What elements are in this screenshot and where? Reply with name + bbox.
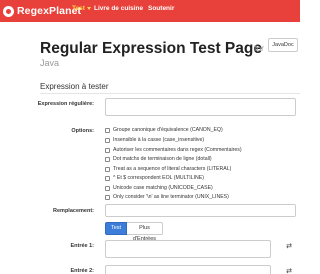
- input2-label: Entrée 2:: [70, 268, 94, 274]
- option-checkbox[interactable]: [105, 137, 110, 143]
- regexplanet-logo-icon: [3, 5, 14, 17]
- input1-label: Entrée 1:: [70, 243, 94, 249]
- title-for-text: for: [254, 43, 264, 53]
- option-label: Autoriser les commentaires dans regex (C…: [113, 147, 242, 153]
- nav-item-test-label: Test: [72, 5, 85, 12]
- section-legend: Expression à tester: [40, 82, 109, 91]
- action-button-group: Test Plus d'Entrées: [105, 222, 163, 242]
- caret-down-icon: [86, 6, 91, 10]
- option-label: Only consider '\n' as line terminator (U…: [113, 194, 229, 200]
- option-multiline[interactable]: ^ Et $ correspondent EOL (MULTILINE): [105, 174, 204, 182]
- option-checkbox[interactable]: [105, 175, 110, 181]
- option-unix-lines[interactable]: Only consider '\n' as line terminator (U…: [105, 193, 229, 201]
- test-button[interactable]: Test: [105, 222, 127, 235]
- replacement-input[interactable]: [105, 204, 296, 217]
- option-label: Dot matchs de terminaison de ligne (dota…: [113, 156, 212, 162]
- options-label: Options:: [71, 128, 94, 134]
- language-subtitle: Java: [40, 58, 60, 68]
- regex-input[interactable]: [105, 98, 296, 116]
- regex-label: Expression régulière:: [37, 101, 94, 107]
- more-inputs-button[interactable]: Plus d'Entrées: [127, 222, 163, 242]
- option-checkbox[interactable]: [105, 127, 110, 133]
- option-canon-eq[interactable]: Groupe canonique d'équivalence (CANON_EQ…: [105, 126, 223, 134]
- option-checkbox[interactable]: [105, 156, 110, 162]
- expand-arrows-icon[interactable]: ⇄: [284, 242, 294, 252]
- option-checkbox[interactable]: [105, 147, 110, 153]
- option-checkbox[interactable]: [105, 166, 110, 172]
- option-label: Insensible à la casse (case_insensitive): [113, 137, 205, 143]
- option-dotall[interactable]: Dot matchs de terminaison de ligne (dota…: [105, 155, 212, 163]
- option-literal[interactable]: Treat as a sequence of literal character…: [105, 165, 231, 173]
- option-label: Treat as a sequence of literal character…: [113, 166, 232, 172]
- nav-item-test[interactable]: Test: [72, 5, 91, 12]
- option-unicode-case[interactable]: Unicode case matching (UNICODE_CASE): [105, 184, 213, 192]
- option-label: Groupe canonique d'équivalence (CANON_EQ…: [113, 127, 223, 133]
- top-navbar: RegexPlanet Test Livre de cuisine Souten…: [0, 0, 300, 22]
- input1-field[interactable]: [105, 240, 271, 258]
- option-checkbox[interactable]: [105, 194, 110, 200]
- option-case-insensitive[interactable]: Insensible à la casse (case_insensitive): [105, 136, 204, 144]
- brand-link[interactable]: RegexPlanet: [3, 3, 81, 19]
- nav-item-cookbook[interactable]: Livre de cuisine: [94, 5, 143, 12]
- page-title: Regular Expression Test Page: [40, 40, 262, 57]
- replacement-label: Remplacement:: [53, 208, 94, 214]
- option-label: ^ Et $ correspondent EOL (MULTILINE): [113, 175, 204, 181]
- nav-item-support[interactable]: Soutenir: [148, 5, 174, 12]
- section-divider: [40, 93, 300, 94]
- option-comments[interactable]: Autoriser les commentaires dans regex (C…: [105, 146, 242, 154]
- input2-field[interactable]: [105, 265, 271, 274]
- javadoc-button[interactable]: JavaDoc: [268, 38, 298, 52]
- option-label: Unicode case matching (UNICODE_CASE): [113, 185, 213, 191]
- expand-arrows-icon[interactable]: ⇄: [284, 267, 294, 274]
- option-checkbox[interactable]: [105, 185, 110, 191]
